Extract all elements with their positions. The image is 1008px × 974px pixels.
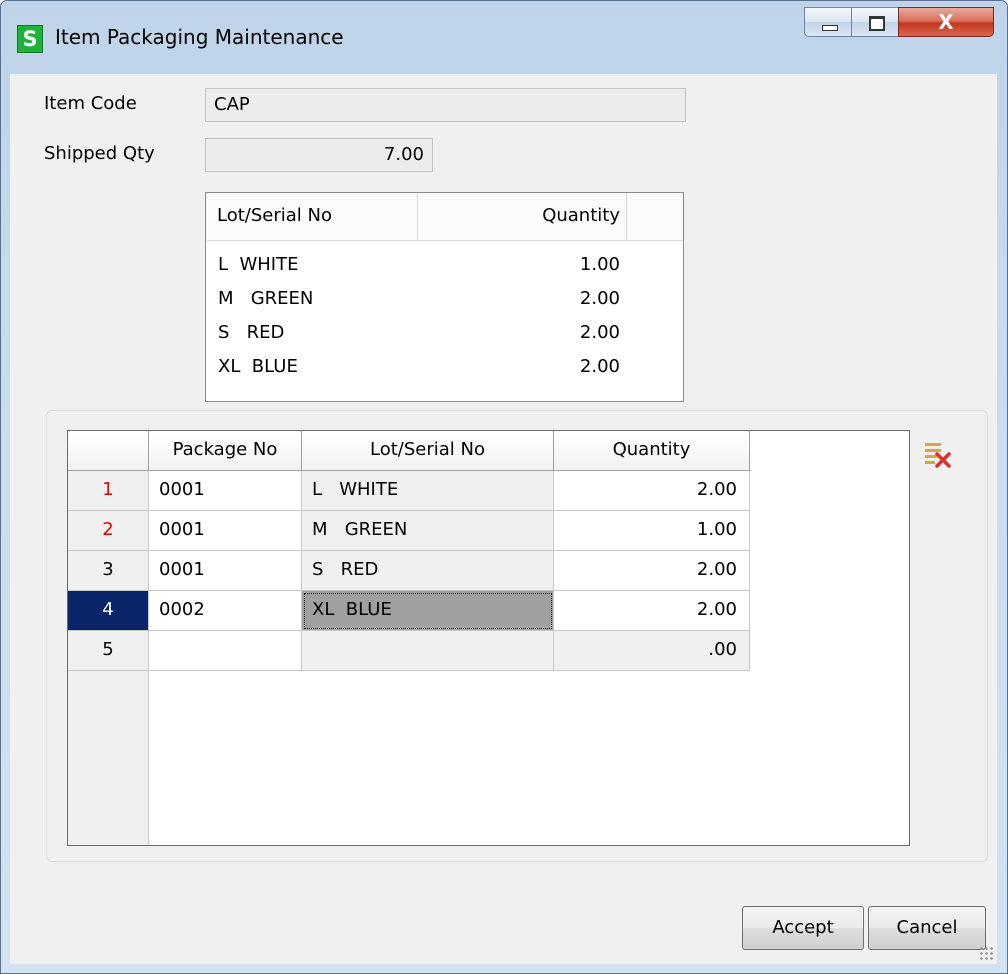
- accept-button[interactable]: Accept: [742, 906, 864, 950]
- close-icon: X: [938, 10, 954, 34]
- qty-value: 2.00: [579, 322, 620, 343]
- lot-value: L WHITE: [218, 254, 299, 275]
- item-code-label: Item Code: [44, 93, 137, 114]
- lot-serial-cell[interactable]: [302, 631, 554, 671]
- lot-serial-cell[interactable]: S RED: [302, 551, 554, 591]
- lot-list-header-filler: [627, 193, 683, 241]
- row-number[interactable]: 1: [68, 471, 149, 511]
- quantity-cell[interactable]: .00: [554, 631, 750, 671]
- lot-serial-cell-selected[interactable]: XL BLUE: [302, 591, 554, 631]
- package-grid[interactable]: Package No Lot/Serial No Quantity 1 0001…: [67, 430, 910, 846]
- cancel-label: Cancel: [896, 917, 958, 938]
- header-package-no[interactable]: Package No: [149, 431, 302, 471]
- quantity-cell[interactable]: 2.00: [554, 551, 750, 591]
- item-code-field[interactable]: CAP: [205, 88, 686, 122]
- cancel-button[interactable]: Cancel: [868, 906, 986, 950]
- delete-rows-icon[interactable]: [923, 440, 951, 468]
- lot-value: S RED: [218, 322, 285, 343]
- title-bar[interactable]: S Item Packaging Maintenance X: [1, 1, 1007, 75]
- row-number-selected[interactable]: 4: [68, 591, 149, 631]
- header-lot-serial-no[interactable]: Lot/Serial No: [302, 431, 554, 471]
- app-icon: S: [17, 25, 43, 53]
- accept-label: Accept: [772, 917, 834, 938]
- maximize-button[interactable]: [851, 7, 899, 37]
- qty-value: 1.00: [579, 254, 620, 275]
- list-item[interactable]: S RED 2.00: [206, 317, 683, 349]
- shipped-qty-label: Shipped Qty: [44, 143, 155, 164]
- qty-value: 2.00: [579, 288, 620, 309]
- lot-serial-cell[interactable]: L WHITE: [302, 471, 554, 511]
- package-no-cell[interactable]: 0002: [149, 591, 302, 631]
- grid-corner-header: [68, 431, 149, 471]
- minimize-icon: [822, 25, 838, 31]
- package-no-cell[interactable]: 0001: [149, 511, 302, 551]
- package-no-cell[interactable]: [149, 631, 302, 671]
- package-no-cell[interactable]: 0001: [149, 551, 302, 591]
- close-button[interactable]: X: [898, 7, 994, 37]
- dialog-body: Item Code CAP Shipped Qty 7.00 Lot/Seria…: [10, 74, 997, 964]
- resize-grip[interactable]: [979, 946, 993, 960]
- list-item[interactable]: M GREEN 2.00: [206, 283, 683, 315]
- minimize-button[interactable]: [804, 7, 852, 37]
- package-no-cell[interactable]: 0001: [149, 471, 302, 511]
- row-number[interactable]: 2: [68, 511, 149, 551]
- lot-list-header-lot[interactable]: Lot/Serial No: [206, 193, 418, 241]
- item-packaging-window: S Item Packaging Maintenance X Item Code…: [0, 0, 1008, 974]
- row-number[interactable]: 5: [68, 631, 149, 671]
- quantity-cell[interactable]: 2.00: [554, 471, 750, 511]
- list-item[interactable]: XL BLUE 2.00: [206, 351, 683, 383]
- list-item[interactable]: L WHITE 1.00: [206, 249, 683, 281]
- shipped-qty-field[interactable]: 7.00: [205, 138, 433, 172]
- quantity-cell[interactable]: 1.00: [554, 511, 750, 551]
- quantity-cell[interactable]: 2.00: [554, 591, 750, 631]
- header-quantity[interactable]: Quantity: [554, 431, 750, 471]
- lot-list-header-qty[interactable]: Quantity: [418, 193, 627, 241]
- lot-value: XL BLUE: [218, 356, 298, 377]
- lot-value: M GREEN: [218, 288, 314, 309]
- lot-serial-cell[interactable]: M GREEN: [302, 511, 554, 551]
- row-number[interactable]: 3: [68, 551, 149, 591]
- lot-serial-list[interactable]: Lot/Serial No Quantity L WHITE 1.00 M GR…: [205, 192, 684, 402]
- qty-value: 2.00: [579, 356, 620, 377]
- window-title: Item Packaging Maintenance: [55, 25, 344, 49]
- maximize-icon: [869, 16, 885, 31]
